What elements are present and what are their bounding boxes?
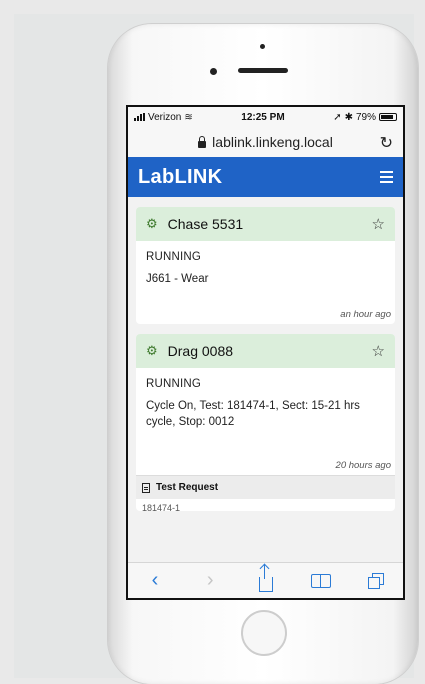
card-timestamp: 20 hours ago [335, 460, 391, 471]
station-card[interactable]: ⚙ Drag 0088 ☆ RUNNING Cycle On, Test: 18… [136, 334, 395, 511]
card-title[interactable]: Drag 0088 [168, 343, 233, 359]
home-button[interactable] [241, 610, 287, 656]
card-timestamp: an hour ago [340, 309, 391, 320]
tabs-button[interactable] [361, 572, 391, 589]
wifi-icon: ≋ [184, 111, 193, 123]
card-header: ⚙ Chase 5531 ☆ [136, 207, 395, 241]
front-camera [210, 68, 217, 75]
lock-icon [198, 135, 207, 148]
station-card[interactable]: ⚙ Chase 5531 ☆ RUNNING J661 - Wear an ho… [136, 207, 395, 324]
status-bar: Verizon ≋ 12:25 PM ➚ ✱ 79% [128, 107, 403, 127]
earpiece-speaker [238, 68, 288, 73]
card-title[interactable]: Chase 5531 [168, 216, 244, 232]
chevron-left-icon[interactable]: ‹ [140, 569, 170, 592]
hamburger-menu-icon[interactable] [380, 171, 393, 183]
bookmarks-button[interactable] [306, 573, 336, 588]
card-status: RUNNING [146, 378, 202, 390]
card-status: RUNNING [146, 251, 202, 263]
gear-icon: ⚙ [146, 216, 158, 231]
battery-icon [379, 113, 397, 121]
share-icon [258, 565, 273, 592]
url-text[interactable]: lablink.linkeng.local [212, 134, 333, 150]
chevron-right-icon[interactable]: › [195, 569, 225, 592]
share-button[interactable] [251, 565, 281, 592]
card-body: RUNNING J661 - Wear [136, 241, 395, 309]
star-icon[interactable]: ☆ [372, 342, 385, 360]
carrier-label: Verizon [148, 111, 182, 123]
gear-icon: ⚙ [146, 343, 158, 358]
card-description: Cycle On, Test: 181474-1, Sect: 15-21 hr… [146, 400, 360, 428]
star-icon[interactable]: ☆ [372, 215, 385, 233]
section-label: Test Request [156, 482, 219, 493]
address-bar[interactable]: lablink.linkeng.local ↻ [128, 127, 403, 157]
section-value: 181474-1 [142, 503, 181, 511]
main-content: ⚙ Chase 5531 ☆ RUNNING J661 - Wear an ho… [128, 197, 403, 531]
bluetooth-icon: ✱ [344, 111, 353, 123]
tabs-icon [368, 572, 384, 589]
location-icon: ➚ [333, 111, 342, 123]
phone-screen: Verizon ≋ 12:25 PM ➚ ✱ 79% lablink.linke… [126, 105, 405, 600]
test-request-section[interactable]: Test Request [136, 475, 395, 499]
browser-toolbar: ‹ › [128, 562, 403, 598]
signal-icon [134, 113, 145, 121]
app-header: LabLINK [128, 157, 403, 197]
battery-percent: 79% [355, 111, 376, 123]
document-icon [142, 482, 150, 493]
front-sensor [260, 44, 265, 49]
app-logo[interactable]: LabLINK [138, 166, 222, 189]
status-time: 12:25 PM [241, 111, 285, 123]
card-body: RUNNING Cycle On, Test: 181474-1, Sect: … [136, 368, 395, 460]
card-description: J661 - Wear [146, 273, 209, 285]
reload-icon[interactable]: ↻ [380, 133, 393, 153]
card-header: ⚙ Drag 0088 ☆ [136, 334, 395, 368]
book-icon [310, 573, 331, 588]
